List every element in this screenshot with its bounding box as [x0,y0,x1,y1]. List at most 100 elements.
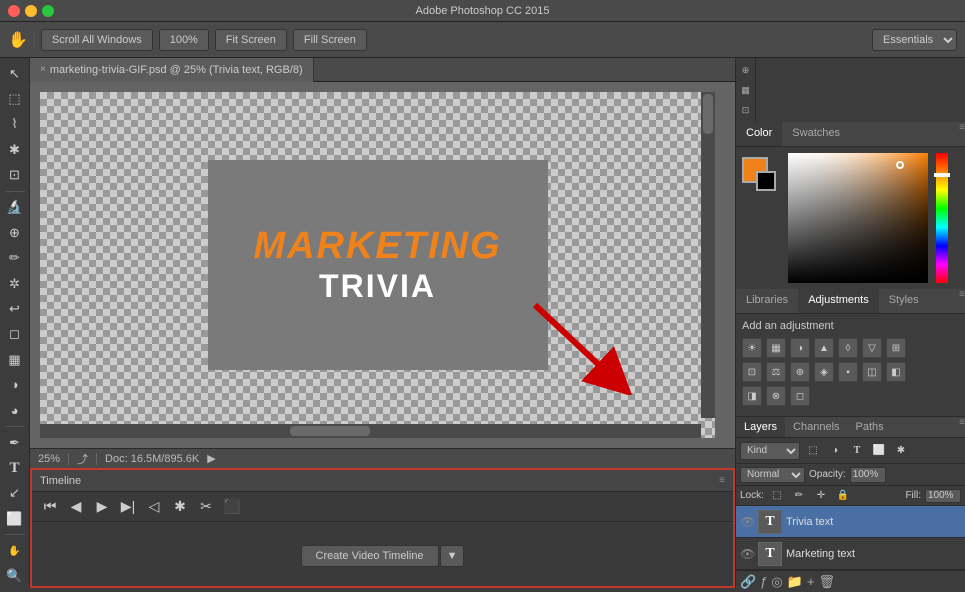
color-spectrum[interactable] [788,153,959,283]
hscroll-thumb[interactable] [290,426,370,436]
layers-filter-type[interactable]: T [848,442,866,460]
adj-photo-filter[interactable]: ⊕ [790,362,810,382]
adj-color-lookup[interactable]: ▪ [838,362,858,382]
spot-heal-tool[interactable]: ⊕ [3,221,27,244]
hue-strip[interactable] [936,153,948,283]
lock-all[interactable]: 🔒 [834,487,852,505]
adj-selective-color[interactable]: ◻ [790,386,810,406]
timeline-prev-frame-button[interactable]: ◀ [66,497,86,517]
maximize-button[interactable] [42,5,54,17]
path-select-tool[interactable]: ↙ [3,482,27,505]
doc-arrow[interactable]: ▶ [207,452,215,465]
tab-adjustments[interactable]: Adjustments [798,289,879,313]
layer-visibility-marketing[interactable]: 👁 [740,547,754,561]
clone-stamp-tool[interactable]: ✲ [3,272,27,295]
layers-filter-pixel[interactable]: ⬚ [804,442,822,460]
layer-style-button[interactable]: ƒ [760,574,767,589]
document-tab-close[interactable]: × [40,64,46,75]
adj-panel-collapse[interactable]: ≡ [959,289,965,313]
adj-gradient-map[interactable]: ⊗ [766,386,786,406]
history-brush-tool[interactable]: ↩ [3,297,27,320]
adj-bw[interactable]: ⚖ [766,362,786,382]
timeline-collapse-button[interactable]: ≡ [719,475,725,486]
layers-filter-adjust[interactable]: ◑ [826,442,844,460]
pen-tool[interactable]: ✒ [3,431,27,454]
zoom-input[interactable] [159,29,209,51]
crop-tool[interactable]: ⊡ [3,163,27,186]
timeline-prev-button[interactable]: ◁ [144,497,164,517]
canvas-background[interactable]: MARKETING TRIVIA [40,92,715,438]
layer-link-button[interactable]: 🔗 [740,574,756,590]
quick-select-tool[interactable]: ✱ [3,138,27,161]
adj-balance[interactable]: ⊡ [742,362,762,382]
tab-swatches[interactable]: Swatches [782,122,850,146]
right-tool-3[interactable]: ⊡ [738,102,754,118]
adj-vibrance[interactable]: ◊ [838,338,858,358]
adj-brightness[interactable]: ☀ [742,338,762,358]
hand-tool-icon[interactable]: ✋ [8,30,28,50]
gradient-tool[interactable]: ▦ [3,348,27,371]
tab-channels[interactable]: Channels [785,417,847,437]
tab-layers[interactable]: Layers [736,417,785,437]
right-tool-1[interactable]: ⊕ [738,62,754,78]
canvas-vertical-scrollbar[interactable] [701,92,715,418]
brush-tool[interactable]: ✏ [3,246,27,269]
adj-channel-mixer[interactable]: ◈ [814,362,834,382]
vscroll-thumb[interactable] [703,94,713,134]
create-video-timeline-dropdown[interactable]: ▼ [440,545,465,567]
hand-tool[interactable]: ✋ [3,539,27,562]
fill-screen-button[interactable]: Fill Screen [293,29,367,51]
layers-filter-shape[interactable]: ⬜ [870,442,888,460]
layer-item-trivia-text[interactable]: 👁 T Trivia text [736,506,965,538]
canvas-area[interactable]: MARKETING TRIVIA [30,82,735,448]
adj-curves[interactable]: ◑ [790,338,810,358]
timeline-tween-button[interactable]: ✱ [170,497,190,517]
layers-filter-kind[interactable]: Kind [740,442,800,460]
timeline-cut-button[interactable]: ✂ [196,497,216,517]
tab-color[interactable]: Color [736,122,782,146]
blur-tool[interactable]: ◑ [3,373,27,396]
lock-position[interactable]: ✛ [812,487,830,505]
adj-hsb[interactable]: ▽ [862,338,882,358]
layer-visibility-trivia[interactable]: 👁 [740,515,754,529]
adj-cb[interactable]: ⊞ [886,338,906,358]
move-tool[interactable]: ↖ [3,62,27,85]
marquee-tool[interactable]: ⬚ [3,87,27,110]
shape-tool[interactable]: ⬜ [3,507,27,530]
layers-panel-collapse[interactable]: ≡ [959,417,965,437]
tab-paths[interactable]: Paths [848,417,892,437]
layer-new-button[interactable]: + [807,574,815,589]
document-tab[interactable]: × marketing-trivia-GIF.psd @ 25% (Trivia… [30,58,314,82]
timeline-next-frame-button[interactable]: ▶| [118,497,138,517]
right-tool-2[interactable]: ▦ [738,82,754,98]
canvas-horizontal-scrollbar[interactable] [40,424,701,438]
background-color-swatch[interactable] [756,171,776,191]
lock-image-pixels[interactable]: ✏ [790,487,808,505]
adj-posterize[interactable]: ◧ [886,362,906,382]
adj-levels[interactable]: ▦ [766,338,786,358]
layers-filter-smart[interactable]: ✱ [892,442,910,460]
fill-input[interactable] [925,489,961,503]
layer-mask-button[interactable]: ◎ [771,574,782,590]
lasso-tool[interactable]: ⌇ [3,113,27,136]
text-tool[interactable]: T [3,456,27,479]
timeline-play-button[interactable]: ▶ [92,497,112,517]
scroll-all-windows-button[interactable]: Scroll All Windows [41,29,153,51]
adj-threshold[interactable]: ◨ [742,386,762,406]
color-saturation-brightness[interactable] [788,153,928,283]
eraser-tool[interactable]: ◻ [3,323,27,346]
adj-invert[interactable]: ◫ [862,362,882,382]
dodge-tool[interactable]: ◕ [3,399,27,422]
close-button[interactable] [8,5,20,17]
layer-group-button[interactable]: 📁 [787,574,803,590]
minimize-button[interactable] [25,5,37,17]
timeline-convert-button[interactable]: ⬛ [222,497,242,517]
eyedropper-tool[interactable]: 🔬 [3,196,27,219]
share-icon[interactable]: ⤴ [77,451,88,467]
tab-styles[interactable]: Styles [879,289,929,313]
essentials-select[interactable]: Essentials [872,29,957,51]
layer-delete-button[interactable]: 🗑 [819,574,836,590]
blend-mode-select[interactable]: Normal [740,467,805,483]
lock-transparent-pixels[interactable]: ⬚ [768,487,786,505]
zoom-tool[interactable]: 🔍 [3,565,27,588]
